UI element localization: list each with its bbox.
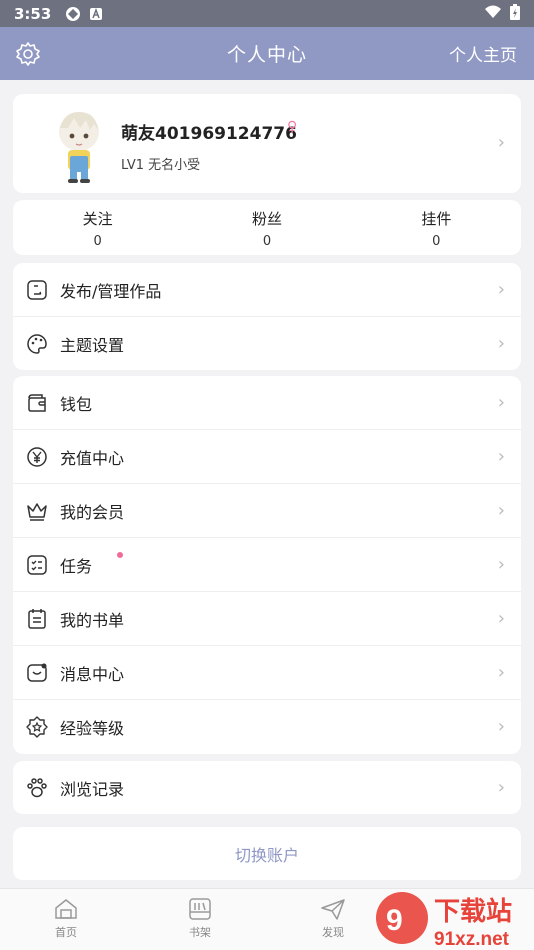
menu-group-works: 发布/管理作品 › 主题设置 › [13, 263, 521, 370]
wifi-icon [484, 5, 502, 23]
avatar [59, 112, 99, 183]
stat-label: 挂件 [421, 210, 452, 228]
chevron-right-icon: › [497, 333, 505, 354]
menu-item-recharge[interactable]: 充值中心 › [13, 430, 521, 484]
stats-card: 关注 0 粉丝 0 挂件 0 [13, 200, 521, 255]
tab-label: 首页 [55, 926, 77, 939]
app-header: 个人中心 个人主页 [0, 27, 534, 80]
status-bar: 3:53 [0, 0, 534, 27]
menu-label: 发布/管理作品 [60, 281, 162, 301]
switch-account-button[interactable]: 切换账户 [13, 827, 521, 880]
menu-label: 主题设置 [60, 336, 125, 355]
profile-card[interactable]: 萌友401969124776 ♀ LV1 无名小受 › [13, 94, 521, 193]
chevron-right-icon: › [497, 608, 505, 629]
personal-homepage-link[interactable]: 个人主页 [449, 41, 517, 66]
bookshelf-icon [189, 898, 211, 920]
tab-label: 发现 [322, 926, 344, 939]
menu-group-history: 浏览记录 › [13, 761, 521, 814]
palette-icon [27, 334, 47, 354]
publish-icon [27, 279, 47, 300]
chevron-right-icon: › [497, 662, 505, 683]
crown-icon [27, 502, 47, 521]
notification-a-icon [89, 7, 103, 21]
svg-text:9: 9 [386, 904, 403, 937]
menu-item-messages[interactable]: 消息中心 › [13, 646, 521, 700]
network-globe-icon [65, 6, 81, 22]
menu-label: 浏览记录 [60, 779, 125, 799]
stat-label: 粉丝 [251, 210, 282, 228]
star-badge-icon [26, 716, 48, 738]
chevron-right-icon: › [497, 446, 505, 467]
stat-following[interactable]: 关注 0 [13, 200, 182, 255]
message-icon [27, 663, 47, 682]
yen-icon [27, 446, 47, 467]
stat-label: 关注 [82, 210, 113, 228]
battery-icon [510, 3, 520, 24]
menu-item-experience[interactable]: 经验等级 › [13, 700, 521, 754]
chevron-right-icon: › [497, 777, 505, 798]
menu-label: 钱包 [60, 394, 93, 414]
menu-item-wallet[interactable]: 钱包 › [13, 376, 521, 430]
menu-item-booklist[interactable]: 我的书单 › [13, 592, 521, 646]
menu-label: 我的书单 [60, 610, 125, 630]
user-level: LV1 无名小受 [121, 158, 201, 173]
female-gender-icon: ♀ [287, 119, 298, 135]
menu-item-history[interactable]: 浏览记录 › [13, 761, 521, 814]
chevron-right-icon: › [497, 132, 505, 153]
wallet-icon [28, 393, 46, 412]
tab-label: 书架 [189, 926, 211, 939]
tab-bookshelf[interactable]: 书架 [160, 897, 240, 940]
chevron-right-icon: › [497, 279, 505, 300]
menu-label: 消息中心 [60, 664, 125, 684]
chevron-right-icon: › [497, 500, 505, 521]
chevron-right-icon: › [497, 392, 505, 413]
paw-icon [27, 777, 47, 797]
menu-item-theme[interactable]: 主题设置 › [13, 317, 521, 370]
menu-label: 充值中心 [60, 448, 125, 468]
unread-dot [117, 552, 123, 558]
tab-discover[interactable]: 发现 [293, 897, 373, 940]
stat-fans[interactable]: 粉丝 0 [182, 200, 351, 255]
task-icon [27, 554, 47, 575]
menu-item-tasks[interactable]: 任务 › [13, 538, 521, 592]
username: 萌友401969124776 [121, 124, 297, 144]
menu-group-account: 钱包 › 充值中心 › 我的会员 › 任务 › 我的书单 › 消息中心 › 经验… [13, 376, 521, 754]
home-icon [55, 899, 77, 919]
watermark-brand: 下载站 [434, 897, 512, 927]
stat-pendants[interactable]: 挂件 0 [352, 200, 521, 255]
stat-value: 0 [93, 234, 102, 249]
stat-value: 0 [262, 234, 272, 249]
chevron-right-icon: › [497, 554, 505, 575]
stat-value: 0 [432, 234, 441, 249]
menu-item-publish[interactable]: 发布/管理作品 › [13, 263, 521, 317]
booklist-icon [28, 608, 46, 629]
watermark-site: 91xz.net [434, 929, 510, 950]
menu-label: 任务 [60, 556, 93, 576]
tab-home[interactable]: 首页 [26, 897, 106, 940]
site-watermark: 9 下载站 91xz.net [376, 892, 512, 950]
menu-label: 经验等级 [60, 719, 125, 738]
chevron-right-icon: › [497, 716, 505, 737]
send-icon [321, 899, 345, 920]
menu-item-membership[interactable]: 我的会员 › [13, 484, 521, 538]
status-time: 3:53 [14, 4, 52, 23]
menu-label: 我的会员 [60, 502, 125, 522]
